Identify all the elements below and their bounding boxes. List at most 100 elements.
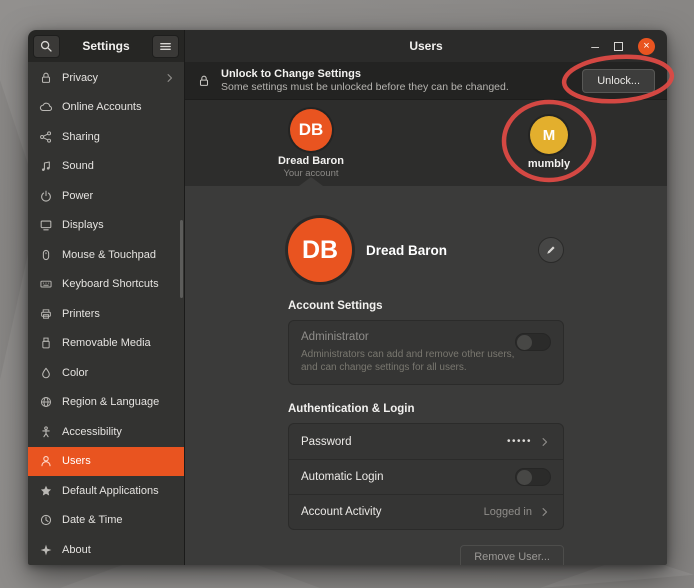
chevron-right-icon bbox=[164, 72, 176, 84]
sidebar-item-label: Accessibility bbox=[62, 426, 122, 438]
sidebar-item-printers[interactable]: Printers bbox=[28, 299, 184, 329]
administrator-toggle[interactable] bbox=[515, 333, 551, 351]
lock-icon bbox=[197, 74, 211, 88]
sidebar-item-online-accounts[interactable]: Online Accounts bbox=[28, 93, 184, 123]
search-icon bbox=[39, 39, 54, 54]
unlock-banner-subtitle: Some settings must be unlocked before th… bbox=[221, 81, 509, 93]
minimize-button[interactable]: – bbox=[591, 41, 599, 51]
sidebar-item-label: Date & Time bbox=[62, 514, 123, 526]
account-activity-row[interactable]: Account Activity Logged in bbox=[289, 494, 563, 529]
power-icon bbox=[39, 189, 53, 203]
sidebar-header: Settings bbox=[28, 30, 185, 62]
printer-icon bbox=[39, 307, 53, 321]
sidebar-item-privacy[interactable]: Privacy bbox=[28, 63, 184, 93]
carousel-user-name: mumbly bbox=[506, 158, 592, 170]
search-button[interactable] bbox=[33, 35, 60, 58]
sidebar-item-removable-media[interactable]: Removable Media bbox=[28, 329, 184, 359]
star-icon bbox=[39, 484, 53, 498]
sidebar-item-label: Default Applications bbox=[62, 485, 159, 497]
sidebar-item-label: Online Accounts bbox=[62, 101, 142, 113]
menu-button[interactable] bbox=[152, 35, 179, 58]
maximize-button[interactable] bbox=[614, 42, 623, 51]
administrator-card: Administrator Administrators can add and… bbox=[288, 320, 564, 385]
sidebar-item-default-applications[interactable]: Default Applications bbox=[28, 476, 184, 506]
sidebar-item-label: Color bbox=[62, 367, 88, 379]
sidebar-item-label: About bbox=[62, 544, 91, 556]
share-icon bbox=[39, 130, 53, 144]
avatar: M bbox=[530, 116, 568, 154]
unlock-button[interactable]: Unlock... bbox=[582, 69, 655, 93]
account-activity-label: Account Activity bbox=[301, 506, 382, 518]
user-carousel: DB Dread Baron Your account M mumbly bbox=[185, 100, 667, 186]
sidebar: Privacy Online Accounts Sharing Sound Po… bbox=[28, 62, 185, 565]
profile-avatar[interactable]: DB bbox=[288, 218, 352, 282]
automatic-login-label: Automatic Login bbox=[301, 471, 383, 483]
sidebar-item-mouse-touchpad[interactable]: Mouse & Touchpad bbox=[28, 240, 184, 270]
color-icon bbox=[39, 366, 53, 380]
avatar: DB bbox=[290, 109, 332, 151]
display-icon bbox=[39, 218, 53, 232]
sidebar-item-label: Printers bbox=[62, 308, 100, 320]
edit-name-button[interactable] bbox=[538, 237, 564, 263]
sidebar-item-label: Privacy bbox=[62, 72, 98, 84]
removable-media-icon bbox=[39, 336, 53, 350]
sound-icon bbox=[39, 159, 53, 173]
sidebar-item-region-language[interactable]: Region & Language bbox=[28, 388, 184, 418]
chevron-right-icon bbox=[539, 436, 551, 448]
selected-user-caret bbox=[299, 177, 323, 186]
sidebar-item-label: Keyboard Shortcuts bbox=[62, 278, 159, 290]
cloud-icon bbox=[39, 100, 53, 114]
sidebar-item-label: Removable Media bbox=[62, 337, 151, 349]
unlock-banner: Unlock to Change Settings Some settings … bbox=[185, 62, 667, 100]
settings-window: Settings Users – × Privacy Online Accoun… bbox=[28, 30, 667, 565]
auth-login-card: Password ••••• Automatic Login bbox=[288, 423, 564, 530]
automatic-login-toggle[interactable] bbox=[515, 468, 551, 486]
titlebar: Settings Users – × bbox=[28, 30, 667, 62]
toggle-knob bbox=[517, 335, 532, 350]
password-value: ••••• bbox=[507, 436, 532, 447]
close-button[interactable]: × bbox=[638, 38, 655, 55]
remove-user-button[interactable]: Remove User... bbox=[460, 545, 564, 565]
administrator-label: Administrator bbox=[301, 331, 551, 343]
carousel-user-mumbly[interactable]: M mumbly bbox=[506, 116, 592, 170]
sidebar-item-label: Users bbox=[62, 455, 91, 467]
sidebar-item-date-time[interactable]: Date & Time bbox=[28, 506, 184, 536]
sidebar-item-color[interactable]: Color bbox=[28, 358, 184, 388]
sidebar-item-keyboard-shortcuts[interactable]: Keyboard Shortcuts bbox=[28, 270, 184, 300]
sidebar-item-label: Sound bbox=[62, 160, 94, 172]
account-settings-heading: Account Settings bbox=[288, 300, 564, 314]
sidebar-item-displays[interactable]: Displays bbox=[28, 211, 184, 241]
hamburger-icon bbox=[158, 39, 173, 54]
keyboard-icon bbox=[39, 277, 53, 291]
sidebar-item-label: Sharing bbox=[62, 131, 100, 143]
sidebar-scrollbar[interactable] bbox=[180, 220, 183, 298]
sidebar-item-sound[interactable]: Sound bbox=[28, 152, 184, 182]
automatic-login-row: Automatic Login bbox=[289, 459, 563, 494]
pencil-icon bbox=[545, 244, 557, 256]
carousel-user-name: Dread Baron bbox=[268, 155, 354, 167]
sidebar-item-accessibility[interactable]: Accessibility bbox=[28, 417, 184, 447]
lock-icon bbox=[39, 71, 53, 85]
unlock-banner-title: Unlock to Change Settings bbox=[221, 68, 509, 80]
sidebar-item-power[interactable]: Power bbox=[28, 181, 184, 211]
sidebar-item-sharing[interactable]: Sharing bbox=[28, 122, 184, 152]
profile-header: DB Dread Baron bbox=[288, 218, 564, 282]
accessibility-icon bbox=[39, 425, 53, 439]
administrator-description: Administrators can add and remove other … bbox=[301, 348, 529, 374]
sidebar-item-label: Region & Language bbox=[62, 396, 159, 408]
app-title: Settings bbox=[60, 39, 152, 53]
globe-icon bbox=[39, 395, 53, 409]
user-detail-panel: DB Dread Baron Account Settings Administ… bbox=[185, 186, 667, 565]
sidebar-item-label: Mouse & Touchpad bbox=[62, 249, 156, 261]
sidebar-item-label: Displays bbox=[62, 219, 104, 231]
sidebar-item-about[interactable]: About bbox=[28, 535, 184, 565]
clock-icon bbox=[39, 513, 53, 527]
carousel-user-dread-baron[interactable]: DB Dread Baron Your account bbox=[268, 109, 354, 179]
sidebar-item-users[interactable]: Users bbox=[28, 447, 184, 477]
mouse-icon bbox=[39, 248, 53, 262]
password-row[interactable]: Password ••••• bbox=[289, 424, 563, 459]
about-icon bbox=[39, 543, 53, 557]
main-header: Users – × bbox=[185, 30, 667, 62]
toggle-knob bbox=[517, 470, 532, 485]
users-icon bbox=[39, 454, 53, 468]
